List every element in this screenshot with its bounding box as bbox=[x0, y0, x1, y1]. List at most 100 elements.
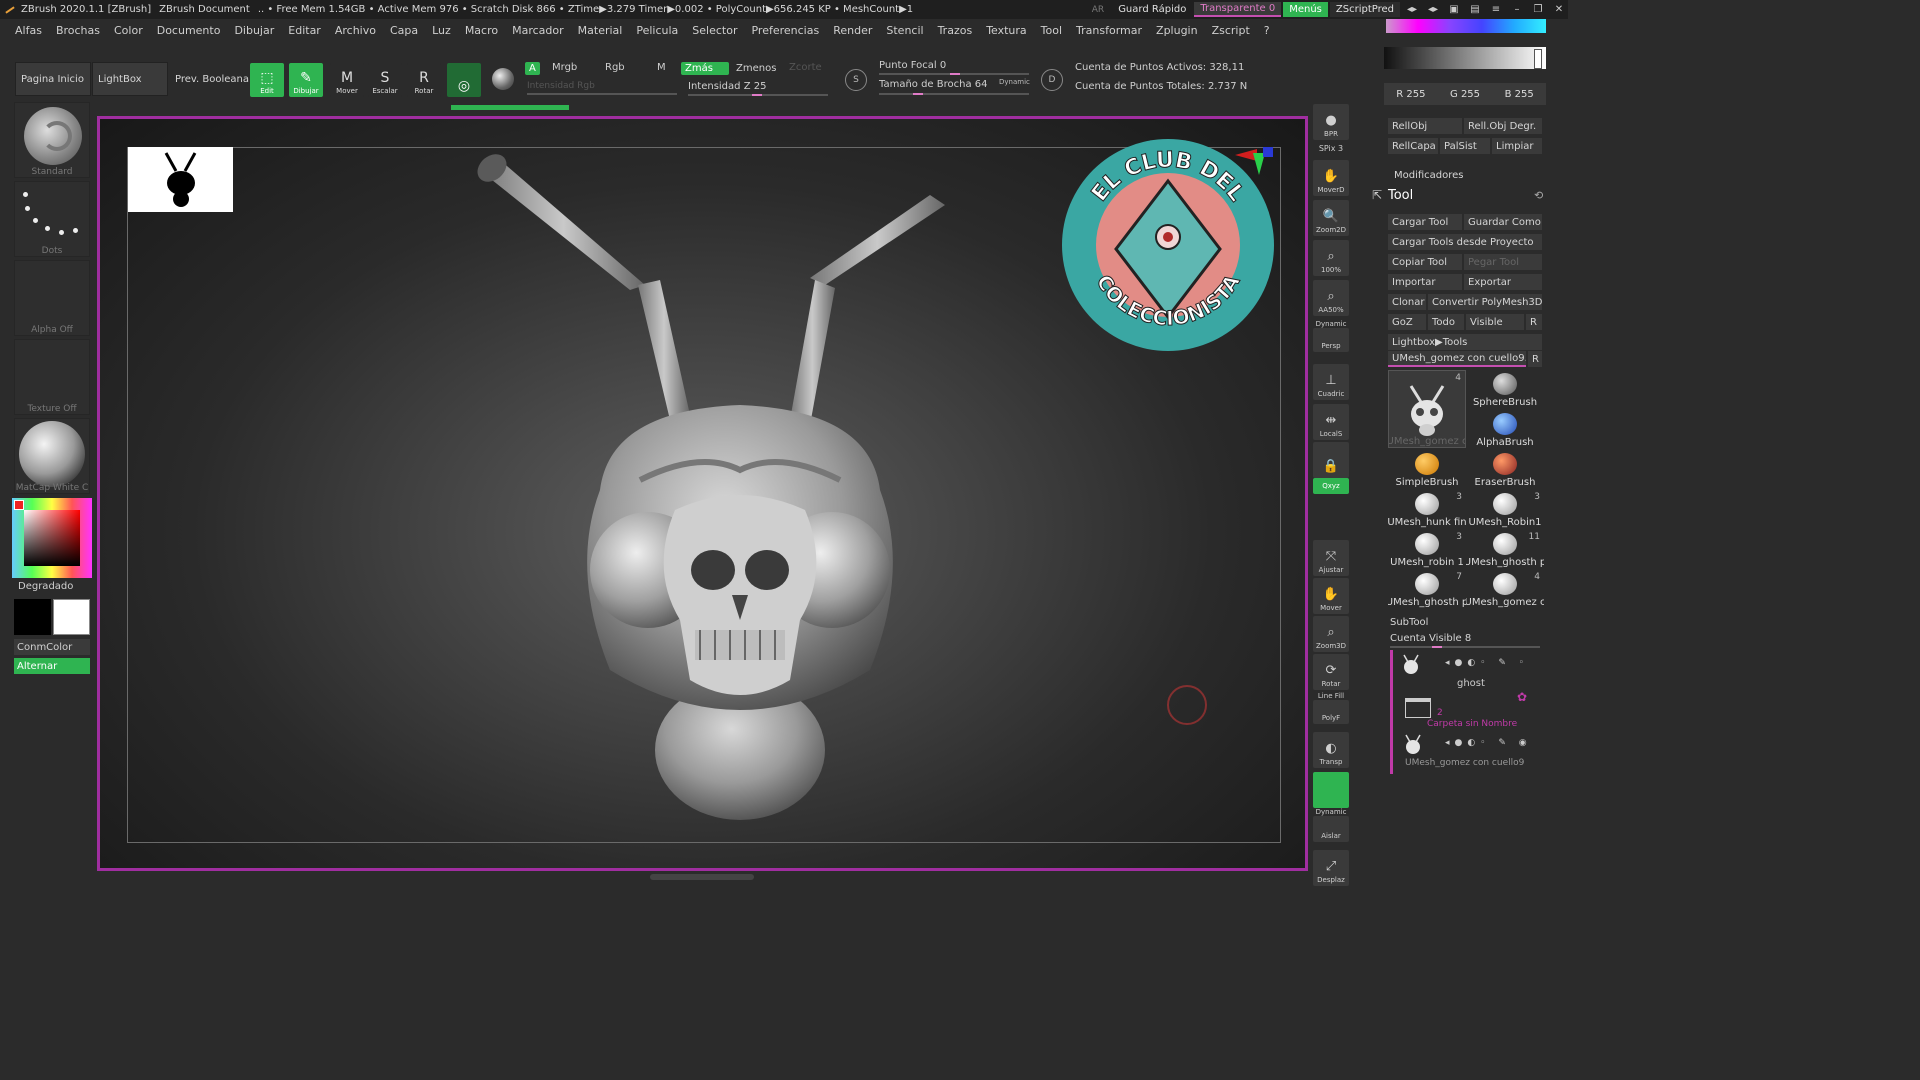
subtool-title[interactable]: SubTool bbox=[1390, 617, 1428, 628]
subtool-mesh-label[interactable]: UMesh_gomez con cuello9 bbox=[1405, 758, 1524, 768]
tool-thumb-ghosth[interactable]: UMesh_ghosth p 11 bbox=[1466, 530, 1544, 568]
layout2-icon[interactable]: ▤ bbox=[1466, 2, 1484, 17]
save-as-button[interactable]: Guardar Como bbox=[1464, 214, 1542, 230]
paste-tool-button[interactable]: Pegar Tool bbox=[1464, 254, 1542, 270]
scroll2-icon[interactable]: ◂▸ bbox=[1424, 2, 1442, 17]
menu-marcador[interactable]: Marcador bbox=[505, 24, 571, 37]
saturation-square[interactable] bbox=[24, 510, 80, 566]
frame-button[interactable]: ⤧ Ajustar bbox=[1313, 540, 1349, 576]
visible-count-knob[interactable] bbox=[1432, 646, 1442, 648]
goz-button[interactable]: GoZ bbox=[1388, 314, 1426, 330]
sculpt-model[interactable] bbox=[470, 150, 970, 830]
menu-material[interactable]: Material bbox=[571, 24, 630, 37]
dynamic-toggle[interactable]: Dynamic bbox=[999, 78, 1030, 86]
lightbox-tools-button[interactable]: Lightbox▶Tools bbox=[1388, 334, 1542, 350]
rgb-button[interactable]: Rgb bbox=[605, 62, 625, 73]
menu-selector[interactable]: Selector bbox=[685, 24, 744, 37]
menu-textura[interactable]: Textura bbox=[979, 24, 1033, 37]
rgb-intensity-slider[interactable]: Intensidad Rgb bbox=[527, 81, 595, 91]
export-button[interactable]: Exportar bbox=[1464, 274, 1542, 290]
alternate-button[interactable]: Alternar bbox=[14, 658, 90, 674]
layout-icon[interactable]: ▣ bbox=[1445, 2, 1463, 17]
tool-thumb-hunk[interactable]: UMesh_hunk fin 3 bbox=[1388, 490, 1466, 528]
r-slider[interactable]: R 255 bbox=[1396, 89, 1425, 100]
tool-thumb-ghosth2[interactable]: UMesh_ghosth p 7 bbox=[1388, 570, 1466, 608]
menu-color[interactable]: Color bbox=[107, 24, 150, 37]
focal-shift-slider[interactable]: Punto Focal 0 bbox=[879, 60, 946, 71]
menu-macro[interactable]: Macro bbox=[458, 24, 505, 37]
refresh-icon[interactable]: ⟲ bbox=[1534, 189, 1546, 202]
dynamic-persp-label[interactable]: Dynamic bbox=[1311, 320, 1351, 328]
copy-tool-button[interactable]: Copiar Tool bbox=[1388, 254, 1462, 270]
edit-button[interactable]: ⬚ Edit bbox=[250, 63, 284, 97]
s-pivot-icon[interactable]: S bbox=[845, 69, 867, 91]
tool-title[interactable]: Tool bbox=[1388, 188, 1413, 203]
zscript-button[interactable]: ZScriptPred bbox=[1329, 2, 1400, 17]
subtool-row-icons[interactable]: ◂●◐◦ ✎ ◦ bbox=[1445, 658, 1529, 668]
persp-button[interactable]: Persp bbox=[1313, 328, 1349, 352]
zadd-button[interactable]: Zmás bbox=[681, 62, 729, 75]
linefill-label[interactable]: Line Fill bbox=[1311, 692, 1351, 700]
current-tool-slider[interactable]: UMesh_gomez con cuello9. bbox=[1388, 351, 1526, 367]
tool-thumb-gomez[interactable]: UMesh_gomez c 4 bbox=[1388, 370, 1466, 448]
d-pivot-icon[interactable]: D bbox=[1041, 69, 1063, 91]
pin-icon[interactable]: ⇱ bbox=[1372, 188, 1384, 202]
gradient-label[interactable]: Degradado bbox=[18, 581, 73, 592]
secondary-color-swatch[interactable] bbox=[53, 599, 90, 635]
menu-tool[interactable]: Tool bbox=[1034, 24, 1069, 37]
goz-r-button[interactable]: R bbox=[1526, 314, 1542, 330]
focal-knob[interactable] bbox=[950, 73, 960, 75]
tool-thumb-sphere[interactable]: SphereBrush bbox=[1466, 370, 1544, 408]
menu-documento[interactable]: Documento bbox=[150, 24, 228, 37]
fill-object-button[interactable]: RellObj bbox=[1388, 118, 1462, 134]
ar-label[interactable]: AR bbox=[1092, 5, 1104, 15]
tool-thumb-robin[interactable]: UMesh_robin 1 3 bbox=[1388, 530, 1466, 568]
fill-object-gradient-button[interactable]: Rell.Obj Degr. bbox=[1464, 118, 1542, 134]
hue-strip[interactable] bbox=[1386, 19, 1546, 33]
rgb-intensity-track[interactable] bbox=[527, 93, 677, 95]
menu-dibujar[interactable]: Dibujar bbox=[227, 24, 281, 37]
lock-button[interactable]: 🔒 bbox=[1313, 442, 1349, 478]
scroll-icon[interactable]: ◂▸ bbox=[1403, 2, 1421, 17]
visible-count-track[interactable] bbox=[1390, 646, 1540, 648]
goz-all-button[interactable]: Todo bbox=[1428, 314, 1464, 330]
brush-size-slider[interactable]: Tamaño de Brocha 64 bbox=[879, 79, 988, 90]
menu-brochas[interactable]: Brochas bbox=[49, 24, 107, 37]
zcut-button[interactable]: Zcorte bbox=[789, 62, 822, 73]
z-intensity-knob[interactable] bbox=[752, 94, 762, 96]
navigator-thumbnail[interactable] bbox=[128, 147, 233, 212]
import-button[interactable]: Importar bbox=[1388, 274, 1462, 290]
material-slot[interactable]: MatCap White C bbox=[14, 418, 90, 494]
polyf-button[interactable]: PolyF bbox=[1313, 700, 1349, 724]
clear-button[interactable]: Limpiar bbox=[1492, 138, 1542, 154]
quick-save-button[interactable]: Guard Rápido bbox=[1112, 2, 1192, 17]
rotate-button[interactable]: R Rotar bbox=[407, 63, 441, 97]
dynamic2-label[interactable]: Dynamic bbox=[1311, 808, 1351, 816]
fill-layer-button[interactable]: RellCapa bbox=[1388, 138, 1438, 154]
texture-slot[interactable]: Texture Off bbox=[14, 339, 90, 415]
b-slider[interactable]: B 255 bbox=[1505, 89, 1534, 100]
material-sphere-icon[interactable] bbox=[492, 68, 514, 90]
restore-icon[interactable]: ❐ bbox=[1529, 2, 1547, 17]
ghost-button[interactable] bbox=[1313, 772, 1349, 808]
main-color-button[interactable]: ConmColor bbox=[14, 639, 90, 655]
transp-button[interactable]: ◐ Transp bbox=[1313, 732, 1349, 768]
move-button[interactable]: M Mover bbox=[330, 63, 364, 97]
tool-thumb-gomez2[interactable]: UMesh_gomez c 4 bbox=[1466, 570, 1544, 608]
menu-help[interactable]: ? bbox=[1257, 24, 1277, 37]
z-intensity-slider[interactable]: Intensidad Z 25 bbox=[688, 81, 766, 92]
brush-size-track[interactable] bbox=[879, 93, 1029, 95]
close-icon[interactable]: ✕ bbox=[1550, 2, 1568, 17]
aahalf-button[interactable]: ⌕ AA50% bbox=[1313, 280, 1349, 316]
menu-alfas[interactable]: Alfas bbox=[0, 24, 49, 37]
stroke-slot[interactable]: Dots bbox=[14, 181, 90, 257]
modifiers-label[interactable]: Modificadores bbox=[1394, 170, 1464, 181]
minimize-icon[interactable]: – bbox=[1508, 2, 1526, 17]
menu-transformar[interactable]: Transformar bbox=[1069, 24, 1149, 37]
zoom3d-button[interactable]: ⌕ Zoom3D bbox=[1313, 616, 1349, 652]
m-button[interactable]: M bbox=[657, 62, 666, 73]
menu-luz[interactable]: Luz bbox=[425, 24, 458, 37]
draw-button[interactable]: ✎ Dibujar bbox=[289, 63, 323, 97]
home-page-button[interactable]: Pagina Inicio bbox=[15, 62, 91, 96]
gray-strip[interactable] bbox=[1384, 47, 1546, 69]
